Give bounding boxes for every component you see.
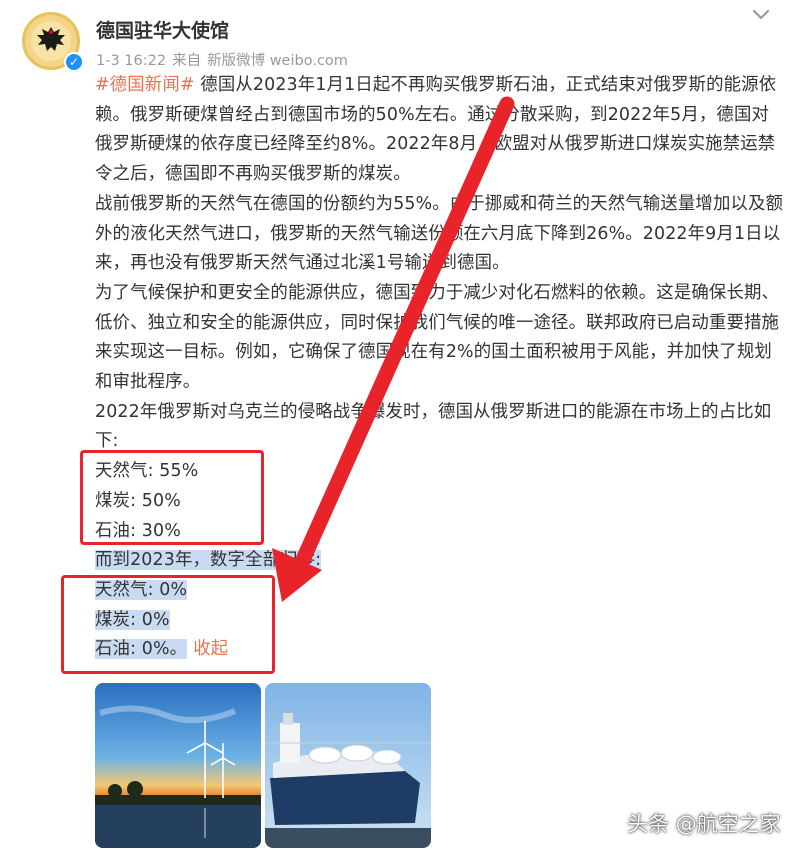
after-gas-text: 天然气: 0% — [95, 579, 188, 600]
before-line-gas: 天然气: 55% — [95, 461, 199, 482]
after-line-coal: 煤炭: 0% — [95, 606, 785, 636]
after-line-gas: 天然气: 0% — [95, 576, 785, 606]
paragraph-1-text: 德国从2023年1月1日起不再购买俄罗斯石油，正式结束对俄罗斯的能源依赖。俄罗斯… — [95, 75, 777, 185]
after-oil-text: 石油: 0%。 — [95, 639, 188, 660]
transition-line: 而到2023年，数字全部归零: — [95, 546, 785, 576]
post-paragraph-3: 为了气候保护和更安全的能源供应，德国致力于减少对化石燃料的依赖。这是确保长期、低… — [95, 282, 780, 393]
post-source: 新版微博 weibo.com — [207, 53, 348, 69]
before-line-oil: 石油: 30% — [95, 520, 181, 541]
after-line-oil: 石油: 0%。 收起 — [95, 635, 785, 665]
image-thumbnail-wind-farm[interactable] — [95, 683, 261, 848]
wind-farm-picture — [95, 683, 261, 848]
username[interactable]: 德国驻华大使馆 — [96, 16, 229, 43]
verified-badge-icon: ✓ — [64, 52, 84, 72]
chevron-down-icon[interactable] — [748, 2, 774, 28]
collapse-link[interactable]: 收起 — [193, 639, 228, 659]
source-prefix: 来自 — [172, 53, 202, 69]
before-line-coal: 煤炭: 50% — [95, 490, 181, 511]
post-time[interactable]: 1-3 16:22 — [96, 53, 166, 69]
image-thumbnail-lng-ship[interactable] — [265, 683, 431, 848]
post-paragraph-1: #德国新闻# 德国从2023年1月1日起不再购买俄罗斯石油，正式结束对俄罗斯的能… — [95, 71, 785, 190]
post-meta: 1-3 16:22 来自 新版微博 weibo.com — [96, 49, 354, 70]
after-coal-text: 煤炭: 0% — [95, 609, 170, 630]
post-content: #德国新闻# 德国从2023年1月1日起不再购买俄罗斯石油，正式结束对俄罗斯的能… — [95, 71, 785, 665]
lng-tanker-picture — [265, 683, 431, 848]
watermark: 头条 @航空之家 — [627, 812, 781, 836]
hashtag-link[interactable]: #德国新闻# — [95, 75, 195, 95]
post-paragraph-4: 2022年俄罗斯对乌克兰的侵略战争爆发时，德国从俄罗斯进口的能源在市场上的占比如… — [95, 401, 772, 452]
post-paragraph-2: 战前俄罗斯的天然气在德国的份额约为55%。由于挪威和荷兰的天然气输送量增加以及额… — [95, 193, 784, 274]
transition-text: 而到2023年，数字全部归零: — [95, 550, 322, 571]
